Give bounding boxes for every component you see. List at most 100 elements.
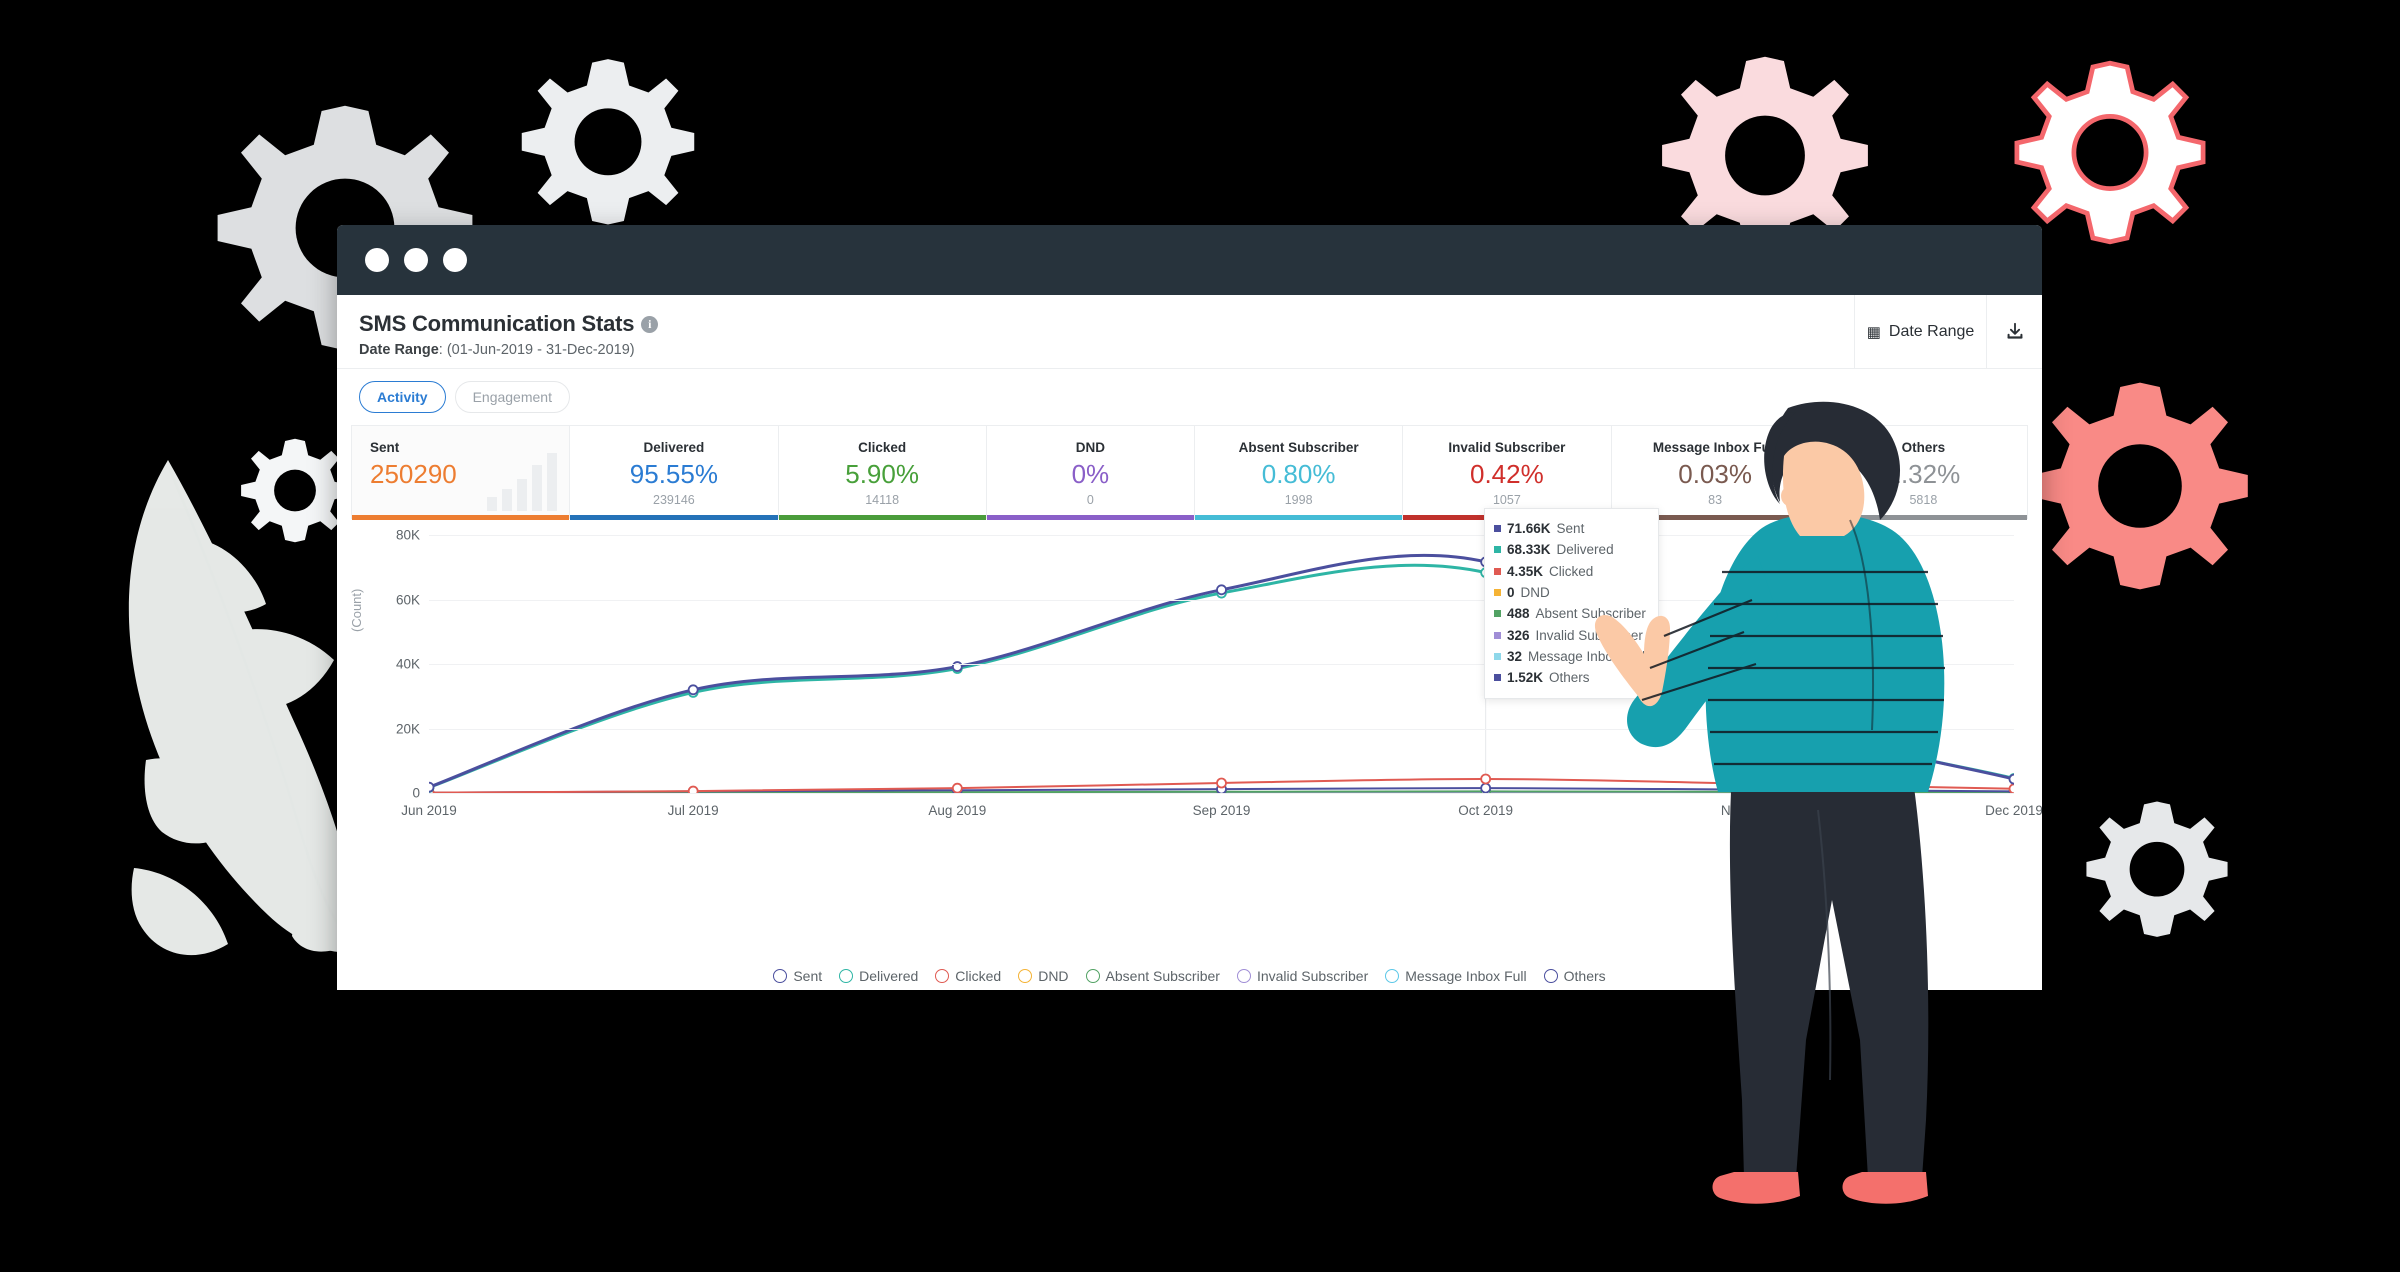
- y-axis-tick: 0: [412, 785, 420, 801]
- gridline: [429, 664, 2014, 665]
- minimize-dot-icon[interactable]: [404, 248, 428, 272]
- x-axis-tick: Oct 2019: [1458, 803, 1514, 818]
- app-body: SMS Communication Stats i Date Range: (0…: [337, 295, 2042, 990]
- tooltip-row: 488 Absent Subscriber: [1494, 603, 1646, 624]
- chart-data-point[interactable]: [1216, 777, 1227, 789]
- legend-marker-icon: [839, 969, 854, 983]
- tooltip-swatch: [1494, 567, 1501, 575]
- legend-marker-icon: [1018, 969, 1033, 983]
- legend-label: Message Inbox Full: [1405, 968, 1527, 984]
- legend-label: Others: [1563, 968, 1606, 984]
- stat-underline: [352, 515, 570, 520]
- stat-label: Clicked: [858, 440, 907, 455]
- chart-data-point[interactable]: [687, 684, 699, 696]
- tooltip-row: 326 Invalid Subscriber: [1494, 625, 1646, 646]
- legend-marker-icon: [773, 969, 788, 983]
- tooltip-swatch: [1494, 610, 1501, 618]
- stat-sub: 239146: [653, 493, 695, 507]
- legend-item-dnd[interactable]: DND: [1018, 968, 1069, 984]
- stat-card-absent-subscriber[interactable]: Absent Subscriber 0.80% 1998: [1195, 426, 1404, 520]
- stat-sub: 83: [1708, 493, 1723, 507]
- legend-label: Sent: [793, 968, 823, 984]
- x-axis-tick: Dec 2019: [1985, 803, 2042, 818]
- chart-tooltip: 71.66K Sent 68.33K Delivered 4.35K Clicked 0 DN…: [1484, 508, 1659, 699]
- tooltip-swatch: [1494, 631, 1501, 639]
- tooltip-name: Absent Subscriber: [1535, 606, 1646, 622]
- tooltip-row: 0 DND: [1494, 582, 1646, 603]
- tab-activity[interactable]: Activity: [359, 381, 446, 413]
- legend-item-others[interactable]: Others: [1543, 968, 1606, 984]
- legend-item-absent-subscriber[interactable]: Absent Subscriber: [1085, 968, 1220, 984]
- y-axis-tick: 80K: [395, 527, 420, 543]
- gridline: [429, 535, 2014, 536]
- legend-marker-icon: [1543, 969, 1558, 983]
- date-range-subtitle: Date Range: (01-Jun-2019 - 31-Dec-2019): [359, 342, 635, 358]
- chart-data-point[interactable]: [1744, 778, 1756, 790]
- stat-card-row: Sent 250290 Delivered 95.55% 239146 Clicked 5.…: [351, 425, 2028, 520]
- legend-item-sent[interactable]: Sent: [773, 968, 822, 984]
- chart-data-point[interactable]: [951, 782, 963, 794]
- chart-plot: 0 20K 40K 60K 80K Jun 2019 Jul 2019 Aug 2019 Sep…: [396, 528, 2042, 819]
- maximize-dot-icon[interactable]: [443, 248, 467, 272]
- info-icon[interactable]: i: [641, 315, 659, 333]
- y-axis-tick: 40K: [395, 656, 420, 672]
- tooltip-row: 1.52K Others: [1494, 667, 1646, 688]
- stat-underline: [1819, 515, 2027, 520]
- chart-legend: Sent Delivered Clicked DND Absent Subscriber…: [337, 968, 2042, 984]
- x-axis-tick: Sep 2019: [1192, 803, 1251, 818]
- stat-card-others[interactable]: Others 2.32% 5818: [1819, 426, 2027, 520]
- legend-item-invalid-subscriber[interactable]: Invalid Subscriber: [1236, 968, 1368, 984]
- tooltip-row: 71.66K Sent: [1494, 518, 1646, 539]
- stat-card-message-inbox-full[interactable]: Message Inbox Full 0.03% 83: [1611, 426, 1820, 520]
- close-dot-icon[interactable]: [365, 248, 389, 272]
- y-axis-tick: 20K: [395, 721, 420, 736]
- date-range-value: (01-Jun-2019 - 31-Dec-2019): [446, 342, 635, 358]
- legend-label: Delivered: [859, 968, 919, 984]
- legend-label: Clicked: [955, 968, 1002, 984]
- gridline: [429, 599, 2014, 601]
- chart-data-point[interactable]: [1216, 584, 1227, 596]
- tab-bar: Activity Engagement: [337, 369, 2042, 423]
- chart-data-point[interactable]: [2008, 783, 2020, 795]
- stat-underline: [986, 515, 1194, 520]
- stat-card-sent[interactable]: Sent 250290: [352, 426, 571, 520]
- legend-marker-icon: [1236, 969, 1251, 983]
- gridline: [429, 793, 2014, 794]
- download-button[interactable]: [1986, 295, 2042, 368]
- date-range-button-label: Date Range: [1888, 322, 1975, 340]
- legend-item-delivered[interactable]: Delivered: [839, 968, 918, 984]
- stat-card-invalid-subscriber[interactable]: Invalid Subscriber 0.42% 1057: [1403, 426, 1612, 520]
- stat-label: Absent Subscriber: [1238, 440, 1359, 455]
- chart-data-point[interactable]: [1744, 704, 1756, 716]
- stat-value: 0.42%: [1470, 459, 1544, 489]
- chart-data-point[interactable]: [1480, 773, 1492, 785]
- title-row: SMS Communication Stats i: [359, 311, 1854, 337]
- stat-sub: 1057: [1492, 493, 1521, 507]
- tooltip-value: 488: [1507, 606, 1530, 622]
- download-icon: [2006, 322, 2023, 339]
- stat-value: 0.80%: [1261, 459, 1336, 489]
- x-axis-tick: Jun 2019: [401, 803, 457, 818]
- stat-card-clicked[interactable]: Clicked 5.90% 14118: [778, 426, 987, 520]
- stat-label: Others: [1901, 440, 1946, 455]
- stat-card-delivered[interactable]: Delivered 95.55% 239146: [570, 426, 779, 520]
- tooltip-swatch: [1494, 589, 1501, 597]
- chart-data-point[interactable]: [423, 781, 435, 793]
- chart-data-point[interactable]: [2008, 773, 2020, 785]
- legend-item-message-inbox-full[interactable]: Message Inbox Full: [1385, 968, 1527, 984]
- chart-area: (Count) 0 20K 40K 60K 80K Jun 2019 Jul 2019 Aug…: [349, 527, 2042, 827]
- tooltip-value: 1.52K: [1507, 670, 1544, 686]
- stat-label: Invalid Subscriber: [1448, 440, 1566, 455]
- x-axis-tick: Jul 2019: [667, 803, 719, 818]
- stat-underline: [1195, 515, 1403, 520]
- legend-marker-icon: [935, 969, 950, 983]
- date-range-button[interactable]: ▦ Date Range: [1854, 295, 1986, 368]
- tab-engagement[interactable]: Engagement: [454, 381, 570, 413]
- legend-item-clicked[interactable]: Clicked: [935, 968, 1001, 984]
- tooltip-swatch: [1494, 525, 1501, 533]
- chart-data-point[interactable]: [1480, 782, 1492, 794]
- stat-card-dnd[interactable]: DND 0% 0: [986, 426, 1195, 520]
- tooltip-row: 32 Message Inbox Full: [1494, 646, 1646, 667]
- tooltip-value: 32: [1507, 648, 1523, 664]
- tooltip-name: Sent: [1556, 521, 1585, 536]
